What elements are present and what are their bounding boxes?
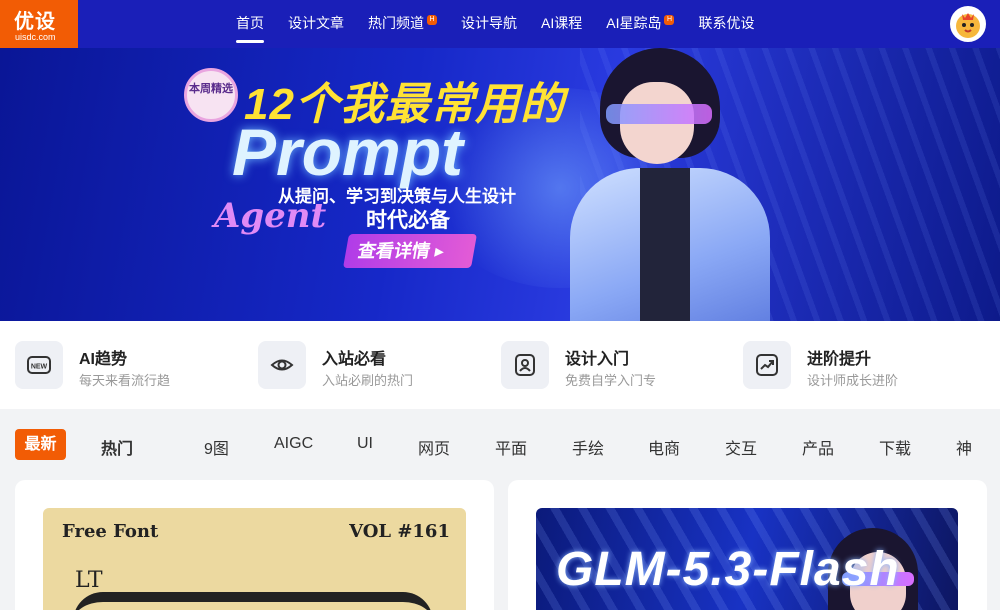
category-desc: 入站必刷的热门	[322, 373, 414, 388]
banner-agent-text: Agent	[214, 196, 327, 236]
category-desc: 免费自学入门专	[565, 373, 657, 388]
hot-badge: H	[427, 15, 437, 25]
weekly-pick-badge: 本周精选	[184, 68, 238, 122]
thumb-lt-label: LT	[75, 568, 103, 593]
category-title: AI趋势	[79, 351, 128, 368]
banner-cta-button[interactable]: 查看详情 ▸	[343, 234, 477, 268]
category-title: 进阶提升	[807, 351, 872, 368]
tab-ui[interactable]: UI	[357, 435, 373, 453]
nav-label: 设计文章	[288, 15, 344, 31]
nav-item-hot-channels[interactable]: 热门频道 H	[368, 0, 437, 48]
thumb-volume-label: VOL #161	[349, 521, 450, 542]
tab-latest[interactable]: 最新	[15, 429, 66, 460]
eye-icon	[258, 341, 306, 389]
category-title: 设计入门	[565, 351, 630, 368]
category-strip: NEW AI趋势 每天来看流行趋 入站必看 入站必刷的热门 设计入门 免费自学入…	[0, 321, 1000, 409]
user-card-icon	[501, 341, 549, 389]
character-inner-shirt	[640, 168, 690, 321]
nav-label: 热门频道	[368, 15, 424, 31]
thumb-headline: GLM-5.3-Flash	[556, 543, 900, 596]
nav-item-contact[interactable]: 联系优设	[698, 0, 754, 48]
site-logo[interactable]: 优设 uisdc.com	[0, 0, 78, 48]
new-icon: NEW	[15, 341, 63, 389]
nav-item-design-nav[interactable]: 设计导航	[461, 0, 517, 48]
free-font-thumbnail[interactable]: Free Font VOL #161 LT	[43, 508, 466, 610]
nav-label: AI课程	[541, 15, 583, 31]
tab-product[interactable]: 产品	[802, 435, 834, 459]
category-ai-trends[interactable]: NEW AI趋势 每天来看流行趋	[15, 341, 245, 389]
nav-label: 首页	[236, 15, 264, 31]
nav-label: 联系优设	[698, 15, 755, 31]
nav-item-home[interactable]: 首页	[236, 0, 264, 48]
category-desc: 设计师成长进阶	[807, 373, 899, 388]
article-card[interactable]: Free Font VOL #161 LT	[15, 480, 494, 610]
tab-handdrawn[interactable]: 手绘	[572, 435, 604, 459]
tab-download[interactable]: 下载	[879, 435, 911, 459]
main-nav: 首页 设计文章 热门频道 H 设计导航 AI课程 AI星踪岛 H 联系优设	[236, 0, 778, 48]
tab-graphic[interactable]: 平面	[495, 435, 527, 459]
banner-title-prompt: Prompt	[232, 115, 463, 189]
content-tabs: 最新 热门 9图 AIGC UI 网页 平面 手绘 电商 交互 产品 下载 神	[0, 409, 1000, 479]
logo-text: 优设	[14, 11, 56, 33]
banner-cta-label: 查看详情	[356, 241, 432, 261]
hero-banner[interactable]: 本周精选 12个我最常用的 Prompt 从提问、学习到决策与人生设计 Agen…	[0, 48, 1000, 321]
tab-hot[interactable]: 热门	[101, 435, 133, 459]
user-avatar[interactable]	[950, 6, 986, 42]
nav-label: AI星踪岛	[606, 15, 662, 31]
article-card[interactable]: GLM-5.3-Flash	[508, 480, 987, 610]
svg-text:NEW: NEW	[31, 364, 48, 371]
nav-item-articles[interactable]: 设计文章	[288, 0, 344, 48]
category-desc: 每天来看流行趋	[79, 373, 171, 388]
logo-domain: uisdc.com	[15, 32, 56, 42]
nav-item-ai-island[interactable]: AI星踪岛 H	[606, 0, 675, 48]
category-design-intro[interactable]: 设计入门 免费自学入门专	[501, 341, 731, 389]
banner-era-text: 时代必备	[366, 209, 450, 232]
thumb-free-font-label: Free Font	[62, 521, 159, 542]
nav-label: 设计导航	[461, 15, 517, 31]
glm-thumbnail[interactable]: GLM-5.3-Flash	[536, 508, 958, 610]
character-visor	[606, 104, 712, 124]
tab-interaction[interactable]: 交互	[725, 435, 757, 459]
nav-item-ai-courses[interactable]: AI课程	[541, 0, 582, 48]
category-must-see[interactable]: 入站必看 入站必刷的热门	[258, 341, 488, 389]
tab-more[interactable]: 神	[956, 435, 972, 459]
tab-aigc[interactable]: AIGC	[274, 435, 313, 453]
hot-badge: H	[664, 15, 675, 25]
category-advanced[interactable]: 进阶提升 设计师成长进阶	[743, 341, 973, 389]
tab-ecommerce[interactable]: 电商	[648, 435, 680, 459]
category-title: 入站必看	[322, 351, 387, 368]
thumb-large-glyph	[73, 592, 433, 610]
tab-web[interactable]: 网页	[418, 435, 450, 459]
tab-9grid[interactable]: 9图	[204, 435, 229, 459]
banner-character-illustration	[570, 48, 770, 321]
avatar-chick-icon	[956, 13, 980, 38]
top-header: 优设 uisdc.com 首页 设计文章 热门频道 H 设计导航 AI课程 AI星…	[0, 0, 1000, 48]
trend-chart-icon	[743, 341, 791, 389]
